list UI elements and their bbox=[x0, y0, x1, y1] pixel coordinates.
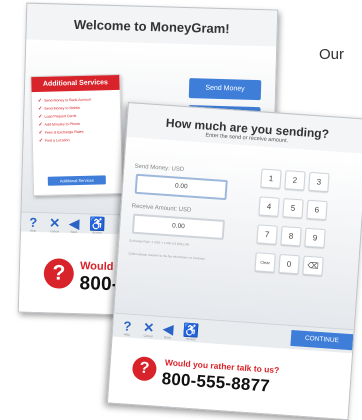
additional-services-button[interactable]: Additional Services bbox=[47, 175, 106, 186]
check-icon: ✓ bbox=[37, 97, 43, 104]
check-icon: ✓ bbox=[38, 129, 43, 136]
key-3[interactable]: 3 bbox=[308, 171, 330, 193]
question-icon: ? bbox=[43, 258, 75, 289]
back-icon[interactable]: ◀ Back bbox=[163, 321, 174, 340]
key-1[interactable]: 1 bbox=[260, 168, 282, 189]
key-7[interactable]: 7 bbox=[256, 224, 278, 245]
question-icon: ? bbox=[131, 355, 158, 382]
check-icon: ✓ bbox=[37, 105, 43, 112]
help-icon[interactable]: ? Help bbox=[123, 318, 132, 337]
key-6[interactable]: 6 bbox=[306, 199, 328, 221]
key-4[interactable]: 4 bbox=[258, 196, 280, 217]
key-5[interactable]: 5 bbox=[282, 198, 304, 219]
help-icon[interactable]: ? Help bbox=[29, 215, 37, 233]
check-icon: ✓ bbox=[38, 121, 43, 128]
send-money-button[interactable]: Send Money bbox=[188, 78, 262, 101]
backspace-key[interactable]: ⌫ bbox=[302, 255, 324, 276]
accessibility-icon[interactable]: ♿ Access bbox=[89, 216, 106, 234]
amount-screen: How much are you sending? Enter the send… bbox=[106, 102, 362, 420]
key-9[interactable]: 9 bbox=[304, 227, 326, 249]
tagline-text: Our bbox=[319, 46, 345, 63]
check-icon: ✓ bbox=[38, 137, 44, 144]
additional-services-panel: Additional Services ✓ Send Money to Bank … bbox=[30, 73, 124, 197]
key-2[interactable]: 2 bbox=[284, 170, 306, 191]
continue-button[interactable]: CONTINUE bbox=[290, 329, 354, 351]
key-8[interactable]: 8 bbox=[280, 226, 302, 247]
cancel-icon[interactable]: ✕ Cancel bbox=[143, 320, 155, 339]
numeric-keypad: 1 2 3 4 5 6 7 8 9 Clear 0 ⌫ bbox=[254, 168, 362, 278]
check-icon: ✓ bbox=[38, 113, 43, 120]
clear-key[interactable]: Clear bbox=[254, 252, 276, 273]
welcome-title: Welcome to MoneyGram! bbox=[73, 16, 230, 37]
accessibility-icon[interactable]: ♿ Access bbox=[183, 322, 200, 341]
service-item[interactable]: ✓ Find a Location bbox=[39, 135, 121, 145]
additional-services-title: Additional Services bbox=[31, 74, 120, 93]
back-icon[interactable]: ◀ Back bbox=[69, 216, 79, 234]
services-list: ✓ Send Money to Bank Account ✓ Send Money … bbox=[32, 95, 121, 145]
cancel-icon[interactable]: ✕ Cancel bbox=[49, 215, 60, 233]
key-0[interactable]: 0 bbox=[278, 253, 300, 275]
